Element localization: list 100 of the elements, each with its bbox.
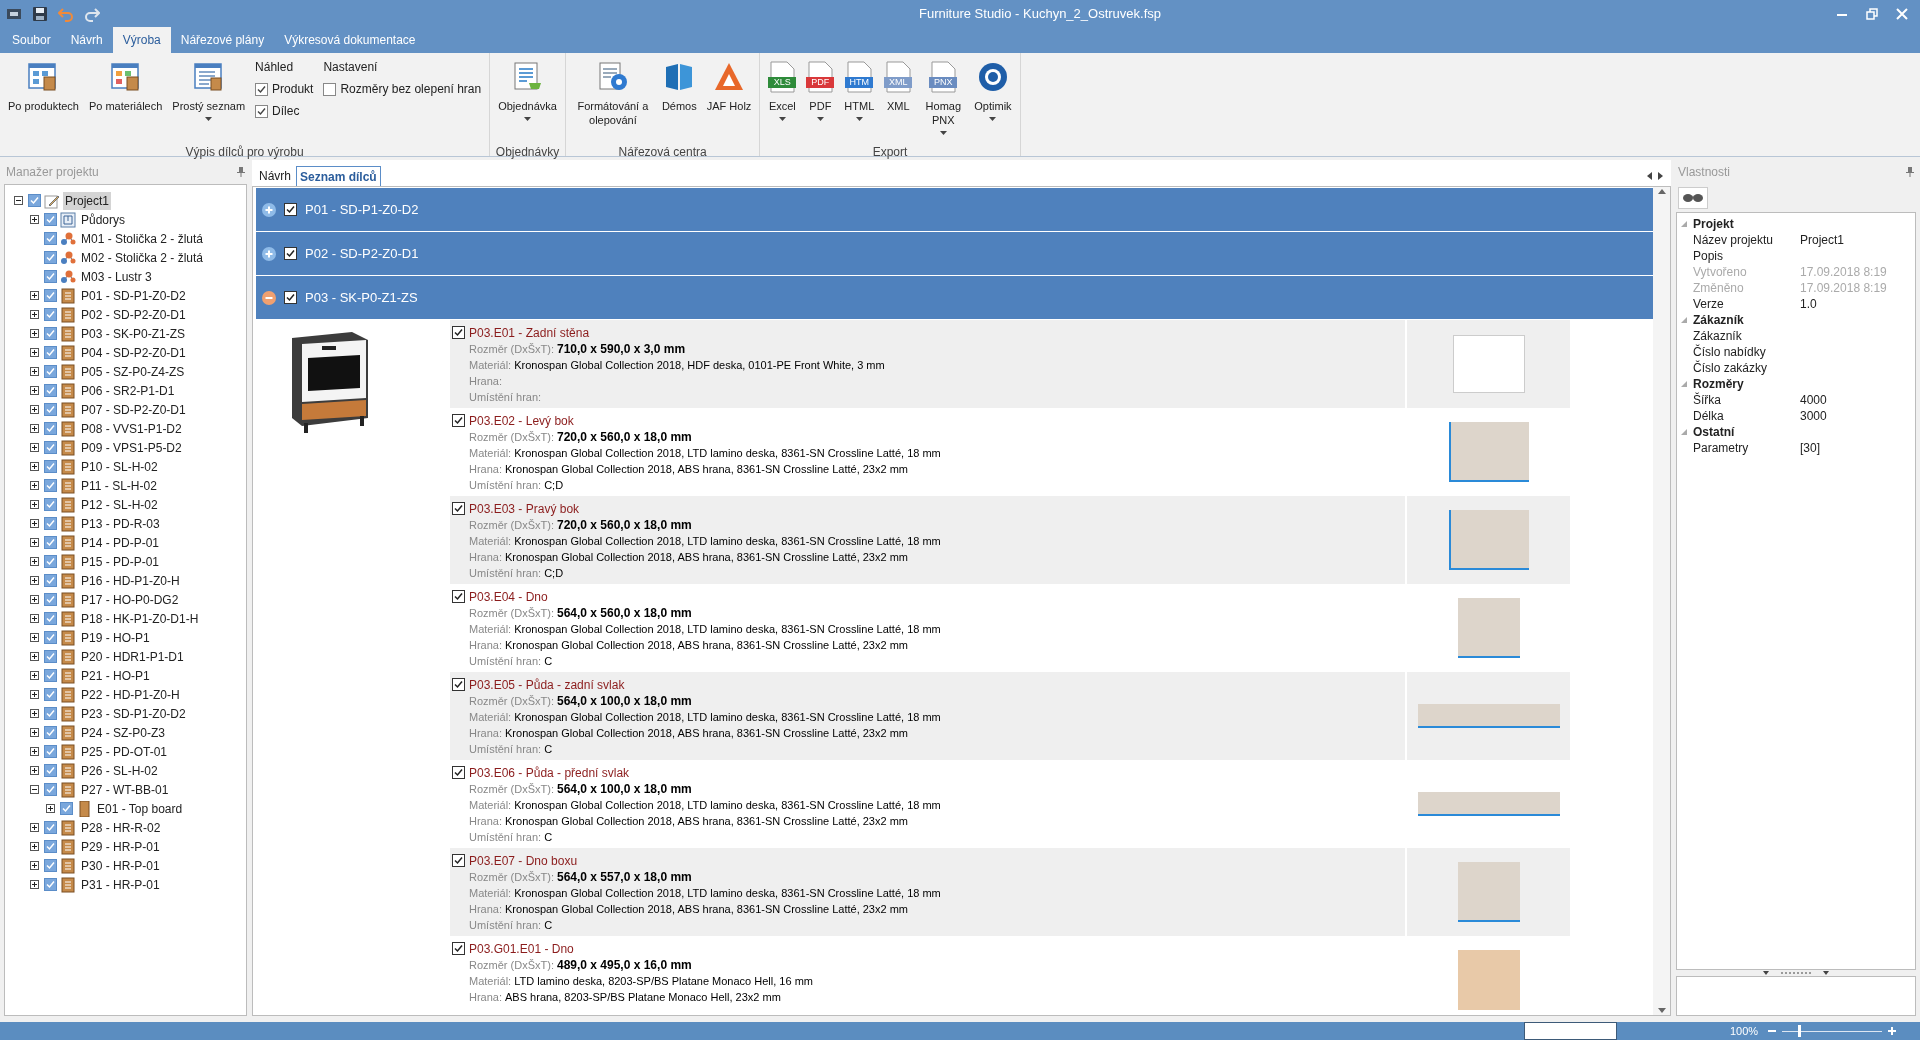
checkbox[interactable] [44, 289, 57, 302]
expand-icon[interactable] [29, 728, 39, 737]
save-icon[interactable] [32, 5, 48, 22]
tree-item[interactable]: P01 - SD-P1-Z0-D2 [79, 286, 188, 305]
tree-item[interactable]: P14 - PD-P-01 [79, 533, 162, 552]
tree-item[interactable]: P16 - HD-P1-Z0-H [79, 571, 182, 590]
dropdown-caret-icon[interactable] [205, 117, 213, 121]
checkbox-option[interactable]: Dílec [255, 102, 314, 120]
tree-item[interactable]: M01 - Stolička 2 - žlutá [79, 229, 206, 248]
expand-icon[interactable] [29, 652, 39, 661]
expand-icon[interactable] [29, 291, 39, 300]
ribbon-button[interactable]: Prostý seznam [168, 57, 250, 143]
checkbox[interactable] [44, 422, 57, 435]
collapse-icon[interactable] [29, 785, 39, 794]
ribbon-button[interactable]: PDF PDF [802, 57, 839, 143]
scroll-right-icon[interactable] [1658, 172, 1663, 180]
expand-icon[interactable] [29, 842, 39, 851]
checkbox[interactable] [44, 384, 57, 397]
tree-item[interactable]: P27 - WT-BB-01 [79, 780, 171, 799]
tree-item[interactable]: P10 - SL-H-02 [79, 457, 160, 476]
checkbox[interactable] [44, 536, 57, 549]
tree-item[interactable]: P28 - HR-R-02 [79, 818, 163, 837]
ribbon-button[interactable]: XLS Excel [764, 57, 801, 143]
part-title[interactable]: P03.E04 - Dno [469, 587, 548, 606]
dropdown-caret-icon[interactable] [524, 117, 532, 121]
tree-item[interactable]: P18 - HK-P1-Z0-D1-H [79, 609, 201, 628]
expand-icon[interactable] [29, 443, 39, 452]
ribbon-button[interactable]: Optimik [970, 57, 1016, 143]
expand-icon[interactable] [29, 576, 39, 585]
pin-icon[interactable] [1906, 167, 1914, 177]
menu-tab[interactable]: Výroba [112, 27, 171, 53]
tree-item[interactable]: P02 - SD-P2-Z0-D1 [79, 305, 188, 324]
part-title[interactable]: P03.E03 - Pravý bok [469, 499, 580, 518]
ribbon-button[interactable]: HTM HTML [840, 57, 879, 143]
tree-item[interactable]: P19 - HO-P1 [79, 628, 152, 647]
tree-item[interactable]: P12 - SL-H-02 [79, 495, 160, 514]
ribbon-button[interactable]: Po produktech [4, 57, 83, 143]
checkbox[interactable] [44, 783, 57, 796]
collapse-icon[interactable] [13, 196, 23, 205]
checkbox[interactable] [44, 840, 57, 853]
expand-icon[interactable] [29, 500, 39, 509]
checkbox[interactable] [44, 631, 57, 644]
scroll-left-icon[interactable] [1647, 172, 1652, 180]
scroll-up-icon[interactable] [1657, 189, 1666, 194]
checkbox[interactable] [44, 365, 57, 378]
restore-icon[interactable] [1866, 7, 1878, 20]
expand-icon[interactable] [29, 747, 39, 756]
expand-icon[interactable] [29, 614, 39, 623]
checkbox[interactable] [284, 203, 297, 216]
expand-icon[interactable] [29, 709, 39, 718]
checkbox[interactable] [452, 678, 465, 691]
tree-item[interactable]: P30 - HR-P-01 [79, 856, 162, 875]
checkbox[interactable] [255, 104, 269, 118]
expand-icon[interactable] [29, 880, 39, 889]
checkbox[interactable] [323, 82, 337, 96]
ribbon-button[interactable]: Formátování a olepování [569, 57, 656, 143]
tree-item[interactable]: P06 - SR2-P1-D1 [79, 381, 177, 400]
part-title[interactable]: P03.E07 - Dno boxu [469, 851, 578, 870]
expand-icon[interactable] [29, 481, 39, 490]
dropdown-caret-icon[interactable] [816, 117, 824, 121]
part-title[interactable]: P03.G01.E01 - Dno [469, 939, 574, 958]
slider-thumb[interactable] [1797, 1025, 1801, 1037]
group-header[interactable]: P01 - SD-P1-Z0-D2 [256, 188, 1653, 232]
expand-icon[interactable] [45, 804, 55, 813]
tree-item[interactable]: P20 - HDR1-P1-D1 [79, 647, 186, 666]
tree-item[interactable]: P25 - PD-OT-01 [79, 742, 170, 761]
checkbox[interactable] [44, 517, 57, 530]
checkbox[interactable] [28, 194, 41, 207]
expand-icon[interactable] [29, 348, 39, 357]
checkbox[interactable] [44, 669, 57, 682]
expand-icon[interactable] [29, 310, 39, 319]
minus-icon[interactable] [1768, 1027, 1777, 1035]
checkbox[interactable] [44, 555, 57, 568]
checkbox[interactable] [44, 650, 57, 663]
ribbon-button[interactable]: Po materiálech [84, 57, 167, 143]
ribbon-button[interactable]: PNX Homag PNX [918, 57, 969, 143]
dropdown-caret-icon[interactable] [855, 117, 863, 121]
tree-item[interactable]: P29 - HR-P-01 [79, 837, 162, 856]
tree-item[interactable]: P04 - SD-P2-Z0-D1 [79, 343, 188, 362]
part-title[interactable]: P03.E05 - Půda - zadní svlak [469, 675, 625, 694]
checkbox[interactable] [284, 291, 297, 304]
checkbox[interactable] [44, 878, 57, 891]
expand-icon[interactable] [29, 386, 39, 395]
tree-item[interactable]: P08 - VVS1-P1-D2 [79, 419, 184, 438]
document-tab[interactable]: Návrh [256, 166, 294, 186]
view-toggle-button[interactable] [1678, 187, 1708, 209]
expand-icon[interactable] [29, 462, 39, 471]
tree-item[interactable]: P09 - VPS1-P5-D2 [79, 438, 184, 457]
checkbox[interactable] [44, 726, 57, 739]
checkbox[interactable] [44, 688, 57, 701]
scroll-down-icon[interactable] [1657, 1008, 1666, 1013]
group-header[interactable]: P03 - SK-P0-Z1-ZS [256, 276, 1653, 320]
expand-icon[interactable] [29, 367, 39, 376]
tree-item[interactable]: P17 - HO-P0-DG2 [79, 590, 181, 609]
checkbox[interactable] [44, 745, 57, 758]
checkbox[interactable] [44, 308, 57, 321]
tree-item[interactable]: P26 - SL-H-02 [79, 761, 160, 780]
dropdown-caret-icon[interactable] [778, 117, 786, 121]
vertical-scrollbar[interactable] [1653, 187, 1670, 1015]
tree-item[interactable]: M03 - Lustr 3 [79, 267, 154, 286]
